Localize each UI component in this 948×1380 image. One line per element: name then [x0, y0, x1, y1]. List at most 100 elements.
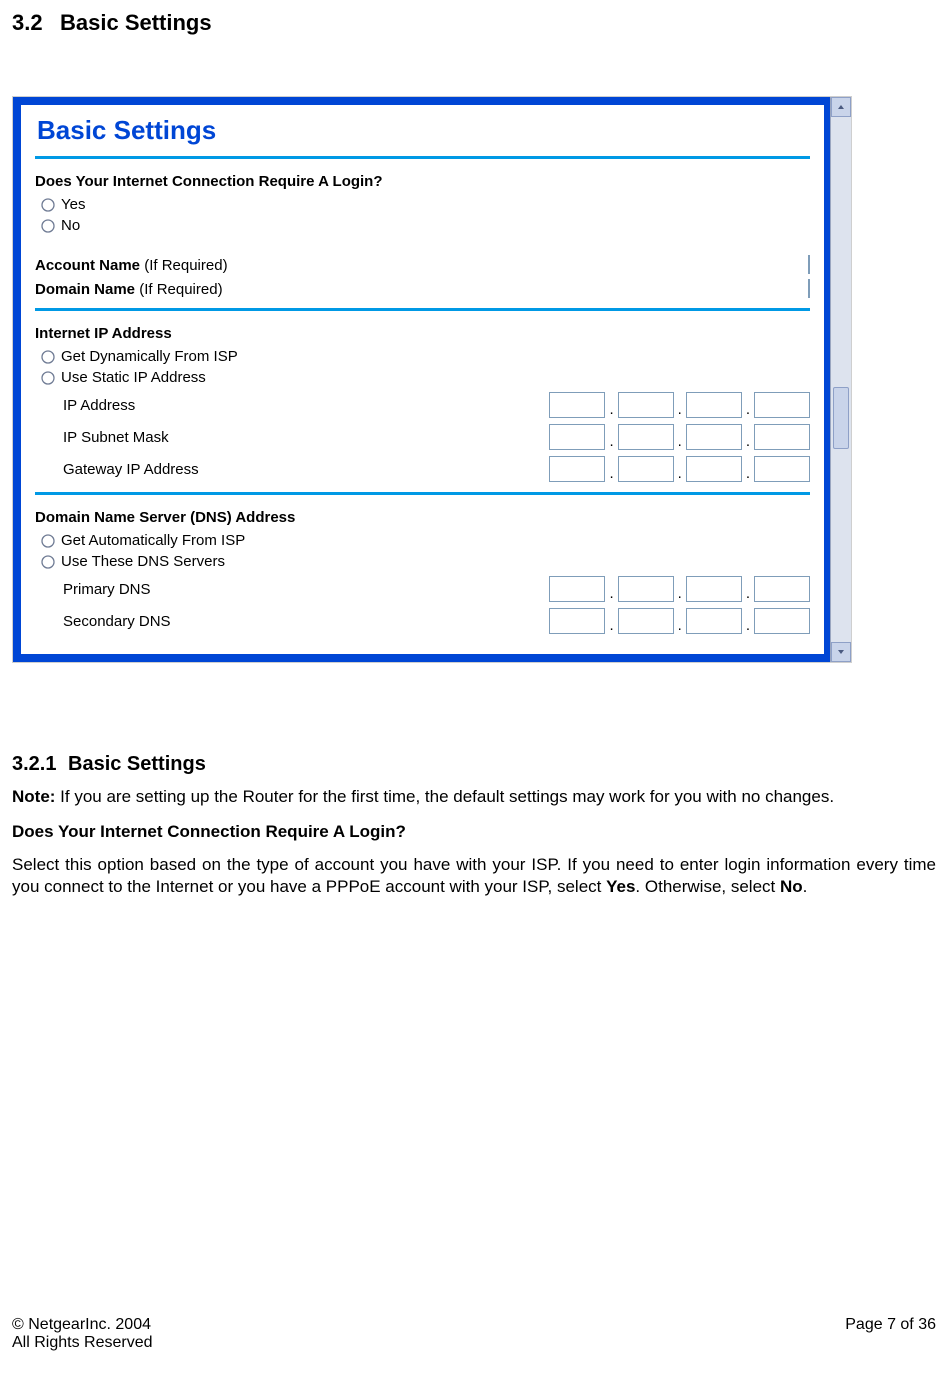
radio-icon — [41, 219, 55, 233]
subsection-title: Basic Settings — [68, 753, 206, 775]
ip-octet-input[interactable] — [686, 456, 742, 482]
ip-octet-input[interactable] — [618, 456, 674, 482]
ip-octet-input[interactable] — [549, 576, 605, 602]
router-ui-screenshot: Basic Settings Does Your Internet Connec… — [12, 96, 852, 663]
note-paragraph: Note: If you are setting up the Router f… — [12, 786, 936, 808]
dot-icon: . — [608, 617, 614, 634]
radio-dns-use-label: Use These DNS Servers — [61, 553, 225, 570]
primary-dns-row: Primary DNS . . . — [63, 576, 810, 602]
note-label: Note: — [12, 787, 55, 806]
radio-ip-dynamic-label: Get Dynamically From ISP — [61, 348, 238, 365]
login-para-mid: . Otherwise, select — [635, 877, 780, 896]
dot-icon: . — [677, 401, 683, 418]
ip-octet-input[interactable] — [618, 392, 674, 418]
dot-icon: . — [745, 617, 751, 634]
radio-ip-static-label: Use Static IP Address — [61, 369, 206, 386]
ip-octet-input[interactable] — [754, 456, 810, 482]
dot-icon: . — [608, 401, 614, 418]
gateway-label: Gateway IP Address — [63, 461, 199, 478]
radio-dns-auto[interactable]: Get Automatically From ISP — [41, 532, 810, 549]
radio-icon — [41, 198, 55, 212]
dot-icon: . — [745, 433, 751, 450]
login-para-no: No — [780, 877, 803, 896]
scrollbar-thumb[interactable] — [833, 387, 849, 449]
dot-icon: . — [677, 585, 683, 602]
login-question: Does Your Internet Connection Require A … — [35, 173, 810, 190]
radio-ip-dynamic[interactable]: Get Dynamically From ISP — [41, 348, 810, 365]
divider — [35, 308, 810, 311]
footer-page-number: Page 7 of 36 — [845, 1316, 936, 1334]
panel-title: Basic Settings — [37, 115, 810, 146]
radio-icon — [41, 534, 55, 548]
radio-icon — [41, 371, 55, 385]
radio-ip-static[interactable]: Use Static IP Address — [41, 369, 810, 386]
dot-icon: . — [677, 465, 683, 482]
radio-yes[interactable]: Yes — [41, 196, 810, 213]
footer-copyright: © NetgearInc. 2004 — [12, 1316, 936, 1334]
ip-octet-input[interactable] — [686, 608, 742, 634]
dot-icon: . — [745, 401, 751, 418]
note-text: If you are setting up the Router for the… — [55, 787, 834, 806]
radio-dns-auto-label: Get Automatically From ISP — [61, 532, 245, 549]
ip-octet-input[interactable] — [754, 608, 810, 634]
section-heading-3-2: 3.2Basic Settings — [12, 10, 936, 36]
radio-icon — [41, 555, 55, 569]
ip-address-row: IP Address . . . — [63, 392, 810, 418]
ip-octet-input[interactable] — [686, 392, 742, 418]
login-paragraph: Select this option based on the type of … — [12, 854, 936, 898]
chevron-down-icon — [837, 648, 845, 656]
dot-icon: . — [608, 585, 614, 602]
ip-octet-input[interactable] — [549, 424, 605, 450]
account-name-row: Account Name (If Required) — [35, 256, 810, 274]
domain-name-input[interactable] — [808, 279, 810, 298]
scroll-down-button[interactable] — [831, 642, 851, 662]
secondary-dns-row: Secondary DNS . . . — [63, 608, 810, 634]
gateway-row: Gateway IP Address . . . — [63, 456, 810, 482]
chevron-up-icon — [837, 103, 845, 111]
ip-octet-input[interactable] — [618, 576, 674, 602]
ip-octet-input[interactable] — [549, 392, 605, 418]
account-name-label: Account Name — [35, 257, 140, 274]
ip-octet-input[interactable] — [686, 424, 742, 450]
dot-icon: . — [677, 433, 683, 450]
subnet-mask-label: IP Subnet Mask — [63, 429, 169, 446]
section-number: 3.2 — [12, 10, 60, 36]
subnet-mask-row: IP Subnet Mask . . . — [63, 424, 810, 450]
ip-octet-input[interactable] — [754, 576, 810, 602]
scroll-up-button[interactable] — [831, 97, 851, 117]
vertical-scrollbar[interactable] — [830, 97, 851, 662]
divider — [35, 492, 810, 495]
page-footer: © NetgearInc. 2004 All Rights Reserved P… — [12, 1316, 936, 1352]
radio-dns-use[interactable]: Use These DNS Servers — [41, 553, 810, 570]
subsection-number: 3.2.1 — [12, 753, 68, 776]
ip-octet-input[interactable] — [686, 576, 742, 602]
account-name-hint: (If Required) — [140, 257, 228, 274]
ip-octet-input[interactable] — [754, 392, 810, 418]
ip-section-label: Internet IP Address — [35, 325, 810, 342]
radio-no[interactable]: No — [41, 217, 810, 234]
domain-name-label: Domain Name — [35, 281, 135, 298]
ip-address-label: IP Address — [63, 397, 135, 414]
dot-icon: . — [608, 465, 614, 482]
login-para-yes: Yes — [606, 877, 635, 896]
dot-icon: . — [745, 465, 751, 482]
ip-octet-input[interactable] — [618, 424, 674, 450]
ip-octet-input[interactable] — [618, 608, 674, 634]
dot-icon: . — [677, 617, 683, 634]
radio-no-label: No — [61, 217, 80, 234]
dns-section-label: Domain Name Server (DNS) Address — [35, 509, 810, 526]
secondary-dns-label: Secondary DNS — [63, 613, 171, 630]
ip-octet-input[interactable] — [549, 456, 605, 482]
divider — [35, 156, 810, 159]
primary-dns-label: Primary DNS — [63, 581, 151, 598]
domain-name-row: Domain Name (If Required) — [35, 280, 810, 298]
ip-octet-input[interactable] — [549, 608, 605, 634]
dot-icon: . — [608, 433, 614, 450]
login-subheading: Does Your Internet Connection Require A … — [12, 822, 936, 842]
login-para-end: . — [803, 877, 808, 896]
ip-octet-input[interactable] — [754, 424, 810, 450]
footer-rights: All Rights Reserved — [12, 1334, 936, 1352]
account-name-input[interactable] — [808, 255, 810, 274]
section-title: Basic Settings — [60, 10, 212, 35]
dot-icon: . — [745, 585, 751, 602]
